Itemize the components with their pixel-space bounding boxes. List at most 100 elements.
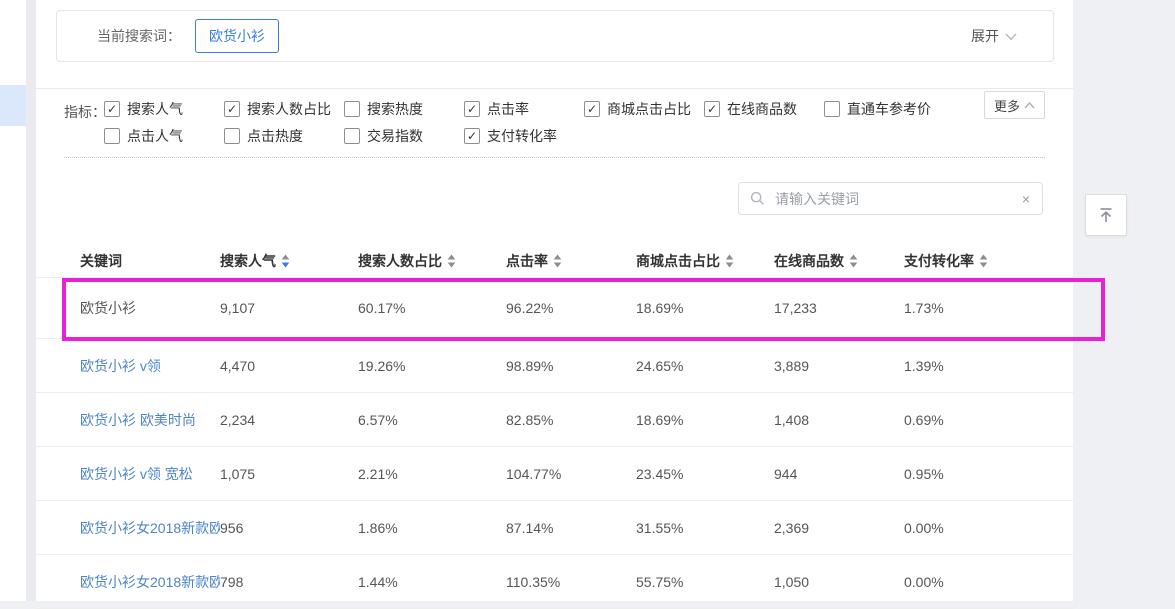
metric-checkbox-label: 搜索人气 [127, 99, 183, 119]
metric-checkbox-item[interactable]: ✓ 支付转化率 [464, 126, 584, 146]
metric-checkbox-label: 点击热度 [247, 126, 303, 146]
metrics-label: 指标： [64, 102, 106, 122]
table-row: 欧货小衫 v领 宽松1,0752.21%104.77%23.45%9440.95… [36, 447, 1073, 501]
sort-icon[interactable] [281, 254, 290, 268]
table-row: 欧货小衫9,10760.17%96.22%18.69%17,2331.73% [36, 277, 1073, 339]
metric-value: 96.22% [506, 300, 636, 316]
column-header[interactable]: 商城点击占比 [636, 251, 774, 271]
chevron-up-icon [1024, 102, 1035, 109]
metric-checkbox-label: 交易指数 [367, 126, 423, 146]
metric-checkbox-item[interactable]: 点击热度 [224, 126, 344, 146]
metric-value: 55.75% [636, 574, 774, 590]
metric-value: 1.39% [904, 358, 1073, 374]
column-header[interactable]: 搜索人数占比 [358, 251, 506, 271]
keyword-search-box: × [738, 182, 1043, 215]
more-button[interactable]: 更多 [984, 91, 1045, 119]
metric-value: 0.00% [904, 520, 1073, 536]
more-label: 更多 [994, 96, 1020, 115]
metric-value: 60.17% [358, 300, 506, 316]
checkbox-checked-icon[interactable]: ✓ [224, 101, 240, 117]
column-header-label: 关键词 [80, 251, 122, 271]
column-header-label: 搜索人气 [220, 251, 276, 271]
column-header-label: 在线商品数 [774, 251, 844, 271]
metric-value: 87.14% [506, 520, 636, 536]
metric-value: 23.45% [636, 466, 774, 482]
table-row: 欧货小衫 欧美时尚2,2346.57%82.85%18.69%1,4080.69… [36, 393, 1073, 447]
keyword-link[interactable]: 欧货小衫 欧美时尚 [80, 410, 220, 430]
metric-checkbox-label: 点击率 [487, 99, 529, 119]
metric-value: 18.69% [636, 412, 774, 428]
metric-checkbox-label: 点击人气 [127, 126, 183, 146]
metric-checkbox-item[interactable]: 直通车参考价 [824, 99, 944, 119]
metric-checkbox-item[interactable]: ✓ 点击率 [464, 99, 584, 119]
sort-icon[interactable] [553, 254, 562, 268]
metric-value: 2.21% [358, 466, 506, 482]
sidebar-selected-item-edge [0, 85, 26, 126]
metric-value: 31.55% [636, 520, 774, 536]
metric-value: 1.86% [358, 520, 506, 536]
search-icon [750, 191, 765, 206]
expand-toggle[interactable]: 展开 [971, 11, 1017, 61]
checkbox-checked-icon[interactable]: ✓ [584, 101, 600, 117]
metric-value: 82.85% [506, 412, 636, 428]
metric-value: 2,369 [774, 520, 904, 536]
metric-checkbox-item[interactable]: 搜索热度 [344, 99, 464, 119]
sort-icon[interactable] [849, 254, 858, 268]
metric-value: 0.95% [904, 466, 1073, 482]
sort-icon[interactable] [725, 254, 734, 268]
metric-checkbox-item[interactable]: 点击人气 [104, 126, 224, 146]
keyword-text: 欧货小衫 [80, 298, 220, 318]
main-panel: 指标： ✓搜索人气✓搜索人数占比搜索热度✓点击率✓商城点击占比✓在线商品数直通车… [36, 89, 1073, 601]
metric-value: 1,075 [220, 466, 358, 482]
metric-checkbox-item[interactable]: ✓在线商品数 [704, 99, 824, 119]
sort-icon[interactable] [979, 254, 988, 268]
metric-value: 17,233 [774, 300, 904, 316]
metric-checkbox-item[interactable]: ✓搜索人数占比 [224, 99, 344, 119]
checkbox-unchecked-icon[interactable] [104, 128, 120, 144]
clear-search-icon[interactable]: × [1022, 192, 1030, 206]
metric-checkbox-item[interactable]: ✓ 商城点击占比 [584, 99, 704, 119]
checkbox-unchecked-icon[interactable] [344, 128, 360, 144]
column-header-label: 搜索人数占比 [358, 251, 442, 271]
keyword-link[interactable]: 欧货小衫女2018新款欧... [80, 518, 220, 538]
metric-value: 3,889 [774, 358, 904, 374]
metric-value: 1.73% [904, 300, 1073, 316]
metric-value: 19.26% [358, 358, 506, 374]
column-header: 关键词 [80, 251, 220, 271]
checkbox-checked-icon[interactable]: ✓ [704, 101, 720, 117]
table-row: 欧货小衫 v领4,47019.26%98.89%24.65%3,8891.39% [36, 339, 1073, 393]
checkbox-checked-icon[interactable]: ✓ [464, 101, 480, 117]
metrics-filter-section: 指标： ✓ 搜索人气 ✓搜索人数占比 搜索热度 ✓ 点击率 ✓ 商城点击占比 ✓在线商品数 直通车… [36, 89, 1073, 158]
metric-value: 0.69% [904, 412, 1073, 428]
keyword-link[interactable]: 欧货小衫女2018新款欧... [80, 572, 220, 592]
column-header[interactable]: 支付转化率 [904, 251, 1073, 271]
back-to-top-button[interactable] [1085, 194, 1127, 236]
keyword-link[interactable]: 欧货小衫 v领 宽松 [80, 464, 220, 484]
metric-value: 4,470 [220, 358, 358, 374]
checkbox-unchecked-icon[interactable] [824, 101, 840, 117]
column-header[interactable]: 搜索人气 [220, 251, 358, 271]
metric-value: 2,234 [220, 412, 358, 428]
current-term-button[interactable]: 欧货小衫 [195, 19, 279, 53]
top-section: 当前搜索词： 欧货小衫 展开 [36, 0, 1073, 89]
metric-value: 104.77% [506, 466, 636, 482]
checkbox-unchecked-icon[interactable] [344, 101, 360, 117]
chevron-down-icon [1005, 33, 1017, 41]
sort-icon[interactable] [447, 254, 456, 268]
checkbox-checked-icon[interactable]: ✓ [104, 101, 120, 117]
keyword-link[interactable]: 欧货小衫 v领 [80, 356, 220, 376]
column-header[interactable]: 在线商品数 [774, 251, 904, 271]
metric-checkbox-label: 直通车参考价 [847, 99, 931, 119]
metric-checkbox-label: 商城点击占比 [607, 99, 691, 119]
column-header[interactable]: 点击率 [506, 251, 636, 271]
metric-checkbox-label: 支付转化率 [487, 126, 557, 146]
metric-checkbox-label: 搜索热度 [367, 99, 423, 119]
keyword-search-input[interactable] [773, 190, 1022, 208]
sidebar-divider-strip [26, 0, 36, 601]
checkbox-unchecked-icon[interactable] [224, 128, 240, 144]
metric-value: 798 [220, 574, 358, 590]
metric-value: 1.44% [358, 574, 506, 590]
checkbox-checked-icon[interactable]: ✓ [464, 128, 480, 144]
metric-checkbox-item[interactable]: ✓ 搜索人气 [104, 99, 224, 119]
metric-checkbox-item[interactable]: 交易指数 [344, 126, 464, 146]
